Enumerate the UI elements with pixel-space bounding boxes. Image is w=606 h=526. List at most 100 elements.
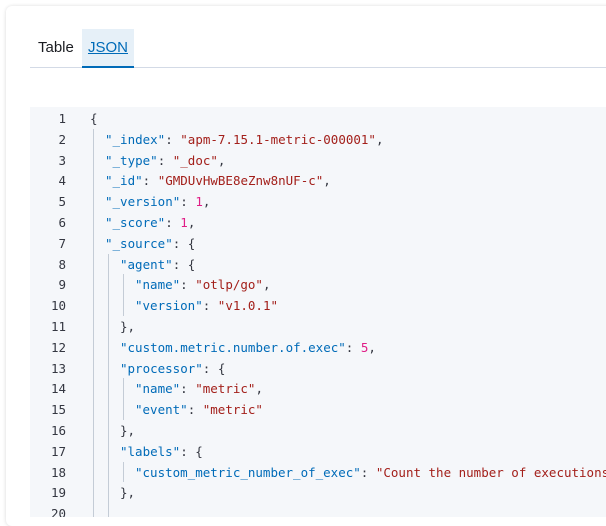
line-content: "processor": {	[120, 358, 225, 379]
view-tabs: Table JSON	[30, 29, 606, 68]
json-punct: },	[120, 423, 136, 438]
line-content: "_score": 1,	[105, 212, 195, 233]
json-punct: ,	[187, 215, 196, 230]
json-punct: : {	[172, 235, 196, 251]
tab-json[interactable]: JSON	[82, 29, 134, 68]
indent-guide	[93, 128, 94, 517]
line-content: "version": "v1.0.1"	[135, 295, 278, 316]
json-punct: :	[180, 277, 196, 293]
json-key: "event"	[135, 402, 188, 418]
line-content: "_version": 1,	[105, 191, 210, 212]
tab-table[interactable]: Table	[38, 29, 74, 67]
json-punct: },	[120, 485, 136, 501]
json-string: "GMDUvHwBE8eZnw8nUF-c"	[157, 173, 324, 189]
json-string: "_doc"	[172, 152, 218, 168]
line-content: },	[120, 482, 135, 503]
line-number: 19	[50, 485, 66, 501]
line-number: 18	[50, 464, 66, 480]
line-content: "_index": "apm-7.15.1-metric-000001",	[105, 129, 383, 150]
json-string: "metric"	[202, 402, 263, 418]
json-key: "_score"	[105, 215, 166, 230]
line-number: 9	[58, 277, 66, 293]
json-punct: ,	[217, 152, 226, 168]
line-number: 1	[58, 111, 66, 126]
json-punct: :	[180, 381, 196, 397]
json-punct: :	[165, 215, 181, 230]
json-punct: },	[120, 319, 136, 334]
line-number: 5	[58, 194, 66, 210]
line-number: 20	[50, 506, 66, 517]
json-key: "processor"	[120, 360, 203, 376]
json-key: "custom_metric_number_of_exec"	[135, 464, 361, 480]
line-number: 13	[50, 360, 66, 376]
json-key: "agent"	[120, 256, 173, 272]
json-key: "labels"	[120, 443, 181, 459]
json-string: "apm-7.15.1-metric-000001"	[180, 131, 376, 147]
json-punct: :	[157, 152, 173, 168]
line-number: 6	[58, 215, 66, 230]
line-number: 10	[50, 298, 66, 314]
json-punct: :	[142, 173, 158, 189]
json-string: "metric"	[195, 381, 256, 397]
line-number: 3	[58, 152, 66, 168]
line-content: "custom_metric_number_of_exec": "Count t…	[135, 462, 606, 483]
line-number: 15	[50, 402, 66, 418]
json-key: "_index"	[105, 131, 166, 147]
json-string: "otlp/go"	[195, 277, 263, 293]
line-number: 14	[50, 381, 66, 397]
json-punct: :	[187, 402, 203, 418]
json-key: "_source"	[105, 235, 173, 251]
line-content: "agent": {	[120, 254, 195, 275]
json-punct: :	[360, 464, 376, 480]
line-number: 11	[50, 319, 66, 334]
line-content: },	[120, 420, 135, 441]
line-content: {	[90, 108, 98, 129]
line-number: 4	[58, 173, 66, 189]
json-punct: ,	[323, 173, 331, 189]
json-punct: : {	[172, 256, 196, 272]
line-number: 8	[58, 256, 66, 272]
json-number: 1	[180, 215, 188, 230]
json-string: "v1.0.1"	[217, 298, 279, 314]
json-key: "name"	[135, 277, 181, 293]
json-punct: ,	[375, 131, 384, 147]
indent-guide	[108, 253, 109, 517]
json-number: 1	[195, 194, 203, 210]
json-code-block: 1 {2 "_index": "apm-7.15.1-metric-000001",…	[30, 107, 606, 517]
json-key: "name"	[135, 381, 181, 397]
line-number: 12	[50, 339, 66, 355]
line-content: "_source": {	[105, 233, 195, 254]
indent-guide	[123, 378, 124, 420]
json-punct: :	[180, 194, 196, 210]
json-punct: ,	[262, 277, 271, 293]
line-number: 2	[58, 131, 66, 147]
json-punct: {	[90, 111, 98, 126]
json-punct: ,	[368, 339, 376, 355]
json-key: "_type"	[105, 152, 158, 168]
line-content: "name": "otlp/go",	[135, 274, 270, 295]
json-punct: :	[345, 339, 361, 355]
line-content: "_id": "GMDUvHwBE8eZnw8nUF-c",	[105, 170, 331, 191]
json-string: "Count the number of executions."	[375, 464, 606, 480]
json-punct: : {	[180, 443, 203, 459]
line-content: "_type": "_doc",	[105, 150, 225, 171]
line-content: },	[120, 316, 135, 337]
json-key: "_id"	[105, 173, 143, 189]
line-content: "custom.metric.number.of.exec": 5,	[120, 337, 376, 358]
json-punct: ,	[255, 381, 263, 397]
json-key: "_version"	[105, 194, 181, 210]
indent-guide	[123, 274, 124, 316]
json-key: "version"	[135, 298, 203, 314]
json-punct: ,	[202, 194, 211, 210]
json-punct: :	[202, 298, 218, 314]
line-content: "labels": {	[120, 441, 203, 462]
line-number: 17	[50, 443, 66, 459]
json-punct: : {	[202, 360, 226, 376]
json-punct: :	[165, 131, 181, 147]
indent-guide	[123, 461, 124, 483]
line-number: 16	[50, 423, 66, 438]
json-key: "custom.metric.number.of.exec"	[120, 339, 346, 355]
line-number: 7	[58, 235, 66, 251]
line-content: "event": "metric"	[135, 399, 263, 420]
line-content: "name": "metric",	[135, 378, 263, 399]
